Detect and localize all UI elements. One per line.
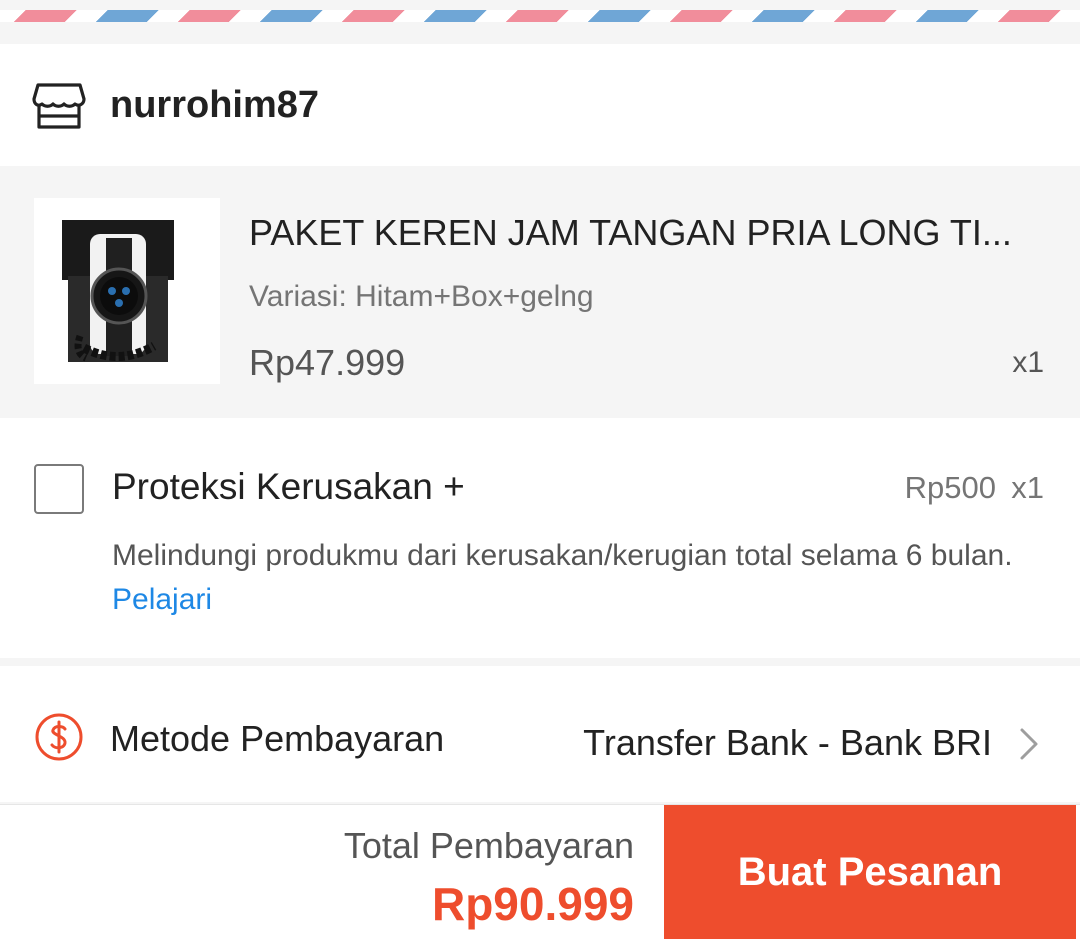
checkout-footer: Total Pembayaran Rp90.999 Buat Pesanan: [0, 804, 1080, 939]
payment-method-label: Metode Pembayaran: [110, 718, 445, 759]
product-item[interactable]: PAKET KEREN JAM TANGAN PRIA LONG TI... V…: [0, 166, 1080, 418]
product-quantity: x1: [1012, 346, 1044, 379]
learn-more-link[interactable]: Pelajari: [112, 583, 212, 616]
payment-method-value: Transfer Bank - Bank BRI: [583, 722, 992, 763]
envelope-border-bg: [0, 0, 1080, 44]
protection-price: Rp500: [904, 470, 996, 505]
product-variant: Variasi: Hitam+Box+gelng: [249, 280, 594, 313]
watch-product-image[interactable]: [34, 198, 220, 384]
chevron-right-icon: [1020, 728, 1038, 760]
place-order-button[interactable]: Buat Pesanan: [664, 805, 1076, 939]
shop-header: nurrohim87: [0, 44, 1080, 166]
shop-icon: [32, 83, 86, 129]
protection-description-text: Melindungi produkmu dari kerusakan/kerug…: [112, 539, 1013, 572]
protection-title: Proteksi Kerusakan +: [112, 466, 465, 507]
protection-description: Melindungi produkmu dari kerusakan/kerug…: [112, 534, 1042, 622]
protection-quantity: x1: [1011, 470, 1044, 505]
dollar-circle-icon: [35, 713, 83, 761]
payment-method-row[interactable]: Metode Pembayaran Transfer Bank - Bank B…: [0, 666, 1080, 802]
product-title: PAKET KEREN JAM TANGAN PRIA LONG TI...: [249, 212, 1012, 253]
shop-name: nurrohim87: [110, 84, 320, 126]
total-payment-value: Rp90.999: [431, 878, 634, 930]
damage-protection-section: Proteksi Kerusakan + Rp500 x1 Melindungi…: [0, 418, 1080, 658]
protection-checkbox[interactable]: [34, 464, 84, 514]
product-price: Rp47.999: [249, 342, 406, 383]
total-payment-label: Total Pembayaran: [343, 825, 634, 866]
